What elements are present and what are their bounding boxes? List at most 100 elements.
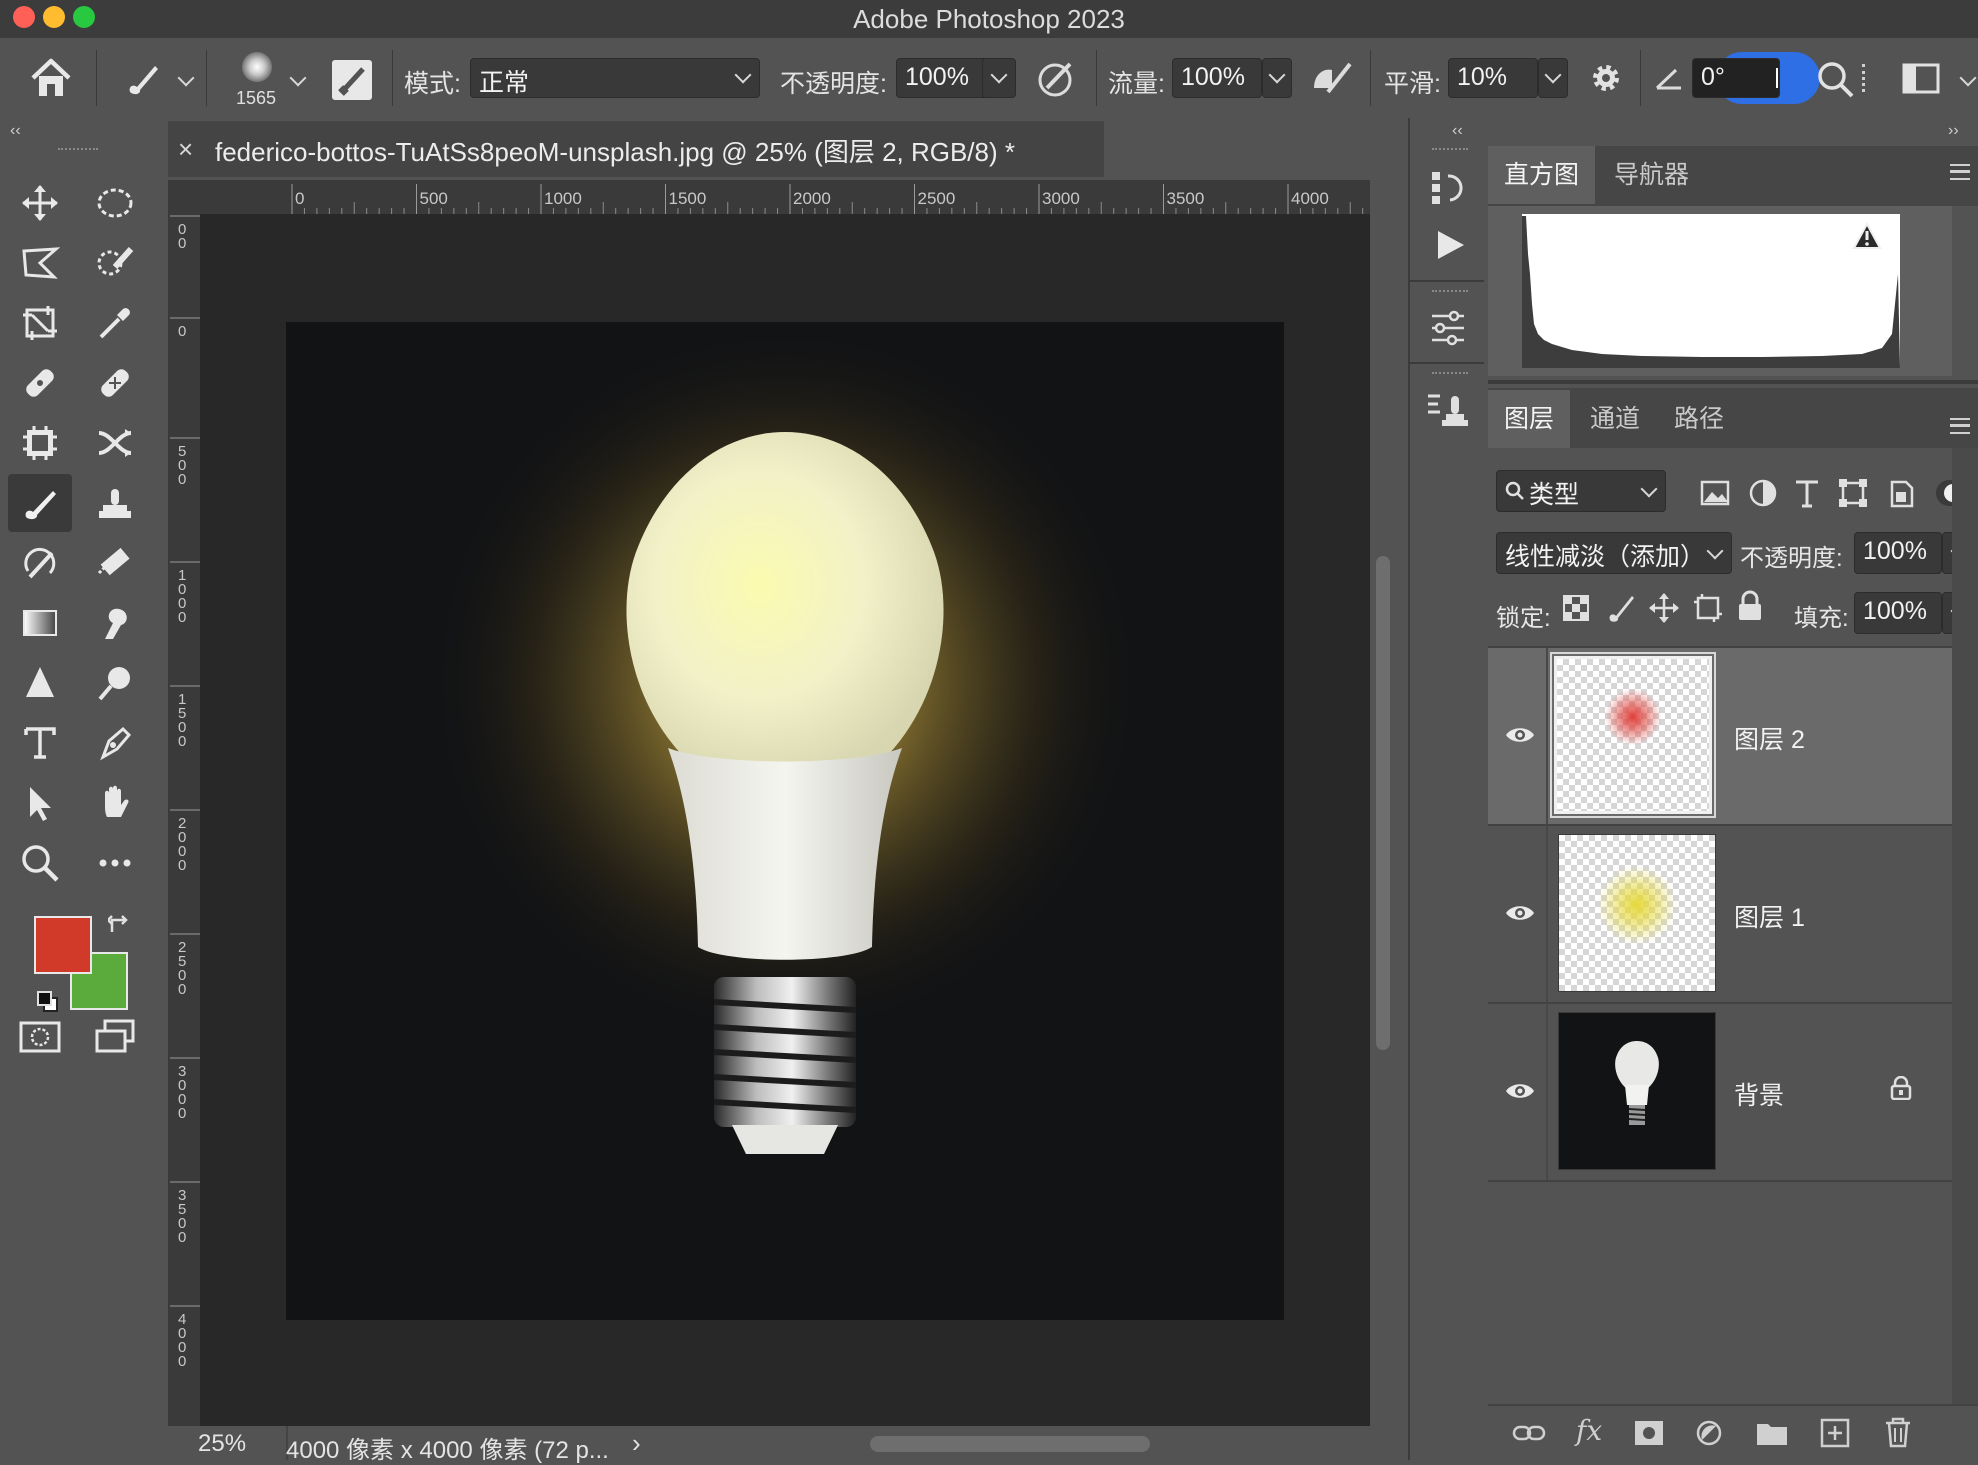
dodge-tool-icon[interactable] xyxy=(90,658,140,708)
smudge-tool-icon[interactable] xyxy=(90,598,140,648)
filter-adjustment-layers-icon[interactable] xyxy=(1748,478,1778,508)
filter-shape-layers-icon[interactable] xyxy=(1838,478,1868,508)
foreground-color-swatch[interactable] xyxy=(34,916,92,974)
gradient-tool-icon[interactable] xyxy=(15,598,65,648)
brush-picker-chevron-icon[interactable] xyxy=(289,69,307,87)
type-tool-icon[interactable] xyxy=(15,718,65,768)
eye-icon[interactable] xyxy=(1504,902,1536,924)
play-actions-icon[interactable] xyxy=(1434,228,1466,262)
eye-icon[interactable] xyxy=(1504,1080,1536,1102)
zoom-level[interactable]: 25% xyxy=(198,1430,246,1458)
tab-histogram[interactable]: 直方图 xyxy=(1488,146,1596,204)
canvas-image[interactable] xyxy=(286,322,1284,1320)
eraser-tool-icon[interactable] xyxy=(90,538,140,588)
collapse-toolbar-icon[interactable]: ‹‹ xyxy=(10,122,21,140)
tab-layers[interactable]: 图层 xyxy=(1488,390,1571,448)
marquee-tool-icon[interactable] xyxy=(90,178,140,228)
status-menu-chevron-icon[interactable]: › xyxy=(632,1428,641,1459)
lock-artboard-icon[interactable] xyxy=(1692,592,1724,624)
fill-input[interactable]: 100% xyxy=(1854,592,1942,634)
pressure-opacity-icon[interactable] xyxy=(1036,56,1078,100)
brush-preview-icon[interactable] xyxy=(242,52,272,82)
healing-brush-icon[interactable] xyxy=(90,358,140,408)
lock-position-icon[interactable] xyxy=(1648,592,1680,624)
history-brush-icon[interactable] xyxy=(15,538,65,588)
layer-2-thumbnail[interactable] xyxy=(1554,656,1712,814)
layer-opacity-input[interactable]: 100% xyxy=(1854,532,1942,574)
adjustments-sliders-icon[interactable] xyxy=(1428,308,1468,348)
vertical-scrollbar[interactable] xyxy=(1376,556,1390,1050)
layer-row-layer-1[interactable]: 图层 1 xyxy=(1488,826,1952,1004)
layer-row-layer-2[interactable]: 图层 2 xyxy=(1488,648,1952,826)
layer-name[interactable]: 图层 1 xyxy=(1734,898,1805,934)
path-selection-tool-icon[interactable] xyxy=(15,778,65,828)
lasso-tool-icon[interactable] xyxy=(15,238,65,288)
layer-lock-icon[interactable] xyxy=(1890,1076,1912,1100)
hand-tool-icon[interactable] xyxy=(90,778,140,828)
airbrush-icon[interactable] xyxy=(1310,58,1356,98)
swap-colors-icon[interactable] xyxy=(108,914,132,938)
collapse-dock-icon[interactable]: ›› xyxy=(1948,122,1959,140)
filter-smart-objects-icon[interactable] xyxy=(1886,478,1916,508)
blur-tool-icon[interactable] xyxy=(15,658,65,708)
pen-tool-icon[interactable] xyxy=(90,718,140,768)
brush-tool-preset-icon[interactable] xyxy=(122,58,162,98)
flow-dropdown[interactable] xyxy=(1262,58,1292,98)
histogram-panel-menu-icon[interactable] xyxy=(1950,164,1970,180)
layer-1-thumbnail[interactable] xyxy=(1558,834,1716,992)
content-aware-move-icon[interactable] xyxy=(90,418,140,468)
mode-select[interactable]: 正常 xyxy=(470,58,760,98)
eye-icon[interactable] xyxy=(1504,724,1536,746)
gear-icon[interactable] xyxy=(1586,58,1626,98)
horizontal-scrollbar[interactable] xyxy=(870,1436,1150,1452)
crop-tool-icon[interactable] xyxy=(15,298,65,348)
history-panel-icon[interactable] xyxy=(1430,168,1468,208)
spot-healing-brush-icon[interactable] xyxy=(15,358,65,408)
link-layers-icon[interactable] xyxy=(1512,1422,1546,1444)
home-icon[interactable] xyxy=(28,56,74,100)
default-colors-icon[interactable] xyxy=(36,990,60,1014)
smoothing-input[interactable]: 10% xyxy=(1448,58,1538,98)
layer-name[interactable]: 图层 2 xyxy=(1734,720,1805,756)
new-adjustment-layer-icon[interactable] xyxy=(1694,1418,1724,1448)
tool-preset-chevron-icon[interactable] xyxy=(177,69,195,87)
filter-type-layers-icon[interactable] xyxy=(1792,478,1822,508)
workspace-chevron-icon[interactable] xyxy=(1959,69,1977,87)
more-tools-icon[interactable] xyxy=(90,838,140,888)
add-mask-icon[interactable] xyxy=(1634,1420,1664,1446)
tab-paths[interactable]: 路径 xyxy=(1658,390,1740,448)
filter-pixel-layers-icon[interactable] xyxy=(1700,480,1730,506)
quick-selection-tool-icon[interactable] xyxy=(90,238,140,288)
search-icon[interactable] xyxy=(1812,56,1858,102)
layer-row-background[interactable]: 背景 xyxy=(1488,1004,1952,1182)
eyedropper-tool-icon[interactable] xyxy=(90,298,140,348)
brush-settings-panel-icon[interactable] xyxy=(332,60,372,100)
background-thumbnail[interactable] xyxy=(1558,1012,1716,1170)
delete-layer-icon[interactable] xyxy=(1884,1416,1912,1448)
expand-panels-icon[interactable]: ‹‹ xyxy=(1452,122,1463,140)
clone-stamp-tool-icon[interactable] xyxy=(90,478,140,528)
warning-icon[interactable] xyxy=(1852,222,1882,250)
layer-effects-icon[interactable]: fx xyxy=(1576,1414,1602,1447)
tab-navigator[interactable]: 导航器 xyxy=(1598,146,1705,204)
move-tool-icon[interactable] xyxy=(15,178,65,228)
angle-input[interactable]: 0° xyxy=(1692,58,1780,98)
new-group-folder-icon[interactable] xyxy=(1756,1420,1788,1446)
layer-filter-select[interactable]: 类型 xyxy=(1496,470,1666,512)
brush-tool-icon[interactable] xyxy=(15,478,65,528)
lock-all-icon[interactable] xyxy=(1736,590,1764,622)
quick-mask-icon[interactable] xyxy=(15,1012,65,1062)
close-document-icon[interactable]: × xyxy=(178,134,193,165)
blend-mode-select[interactable]: 线性减淡（添加） xyxy=(1496,532,1732,574)
flow-input[interactable]: 100% xyxy=(1172,58,1262,98)
smoothing-dropdown[interactable] xyxy=(1538,58,1568,98)
screen-mode-icon[interactable] xyxy=(90,1012,140,1062)
clone-source-icon[interactable] xyxy=(1426,390,1470,430)
opacity-dropdown[interactable] xyxy=(982,58,1016,98)
tab-channels[interactable]: 通道 xyxy=(1574,390,1656,448)
lock-transparent-pixels-icon[interactable] xyxy=(1562,594,1590,622)
lock-image-pixels-icon[interactable] xyxy=(1606,592,1636,624)
new-layer-icon[interactable] xyxy=(1820,1418,1850,1448)
workspace-layout-icon[interactable] xyxy=(1902,62,1942,96)
zoom-tool-icon[interactable] xyxy=(15,838,65,888)
